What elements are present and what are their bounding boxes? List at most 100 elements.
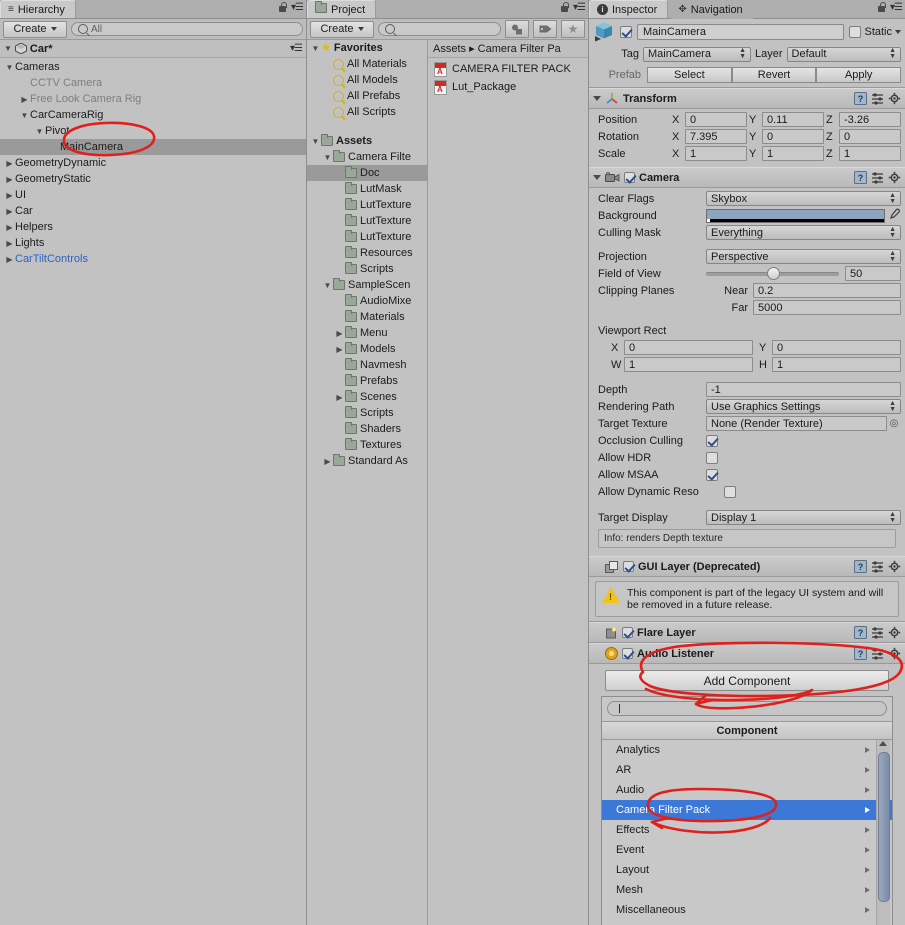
project-item-models[interactable]: ▶ Models	[307, 341, 427, 357]
component-menu-item-effects[interactable]: Effects	[602, 820, 892, 840]
tab-navigation[interactable]: ✥ Navigation	[671, 0, 753, 19]
project-item-assets[interactable]: ▼ Assets	[307, 133, 427, 149]
help-icon[interactable]: ?	[854, 647, 867, 660]
help-icon[interactable]: ?	[854, 171, 867, 184]
component-menu-item-ar[interactable]: AR	[602, 760, 892, 780]
component-header-flare-layer[interactable]: Flare Layer ?	[589, 622, 905, 643]
target-display-dropdown[interactable]: Display 1 ▲ ▼	[706, 510, 901, 525]
chevron-right-icon[interactable]: ▶	[4, 191, 15, 200]
project-item-luttexture[interactable]: LutTexture	[307, 213, 427, 229]
project-item-menu[interactable]: ▶ Menu	[307, 325, 427, 341]
chevron-right-icon[interactable]: ▶	[4, 223, 15, 232]
hierarchy-item-car[interactable]: ▶ Car	[0, 203, 306, 219]
preset-icon[interactable]	[871, 560, 884, 573]
gameobject-name-field[interactable]: MainCamera	[637, 24, 845, 40]
hierarchy-item-geometrystatic[interactable]: ▶ GeometryStatic	[0, 171, 306, 187]
eyedropper-icon[interactable]	[885, 208, 901, 224]
help-icon[interactable]: ?	[854, 92, 867, 105]
gameobject-enabled-checkbox[interactable]	[620, 26, 632, 38]
breadcrumb[interactable]: Assets ▸ Camera Filter Pa	[428, 40, 588, 58]
project-item-all-prefabs[interactable]: All Prefabs	[307, 88, 427, 104]
chevron-down-icon[interactable]: ▼	[34, 127, 45, 136]
viewport-w-input[interactable]: 1	[624, 357, 753, 372]
asset-item[interactable]: CAMERA FILTER PACK	[428, 60, 588, 78]
project-item-lutmask[interactable]: LutMask	[307, 181, 427, 197]
project-item-all-materials[interactable]: All Materials	[307, 56, 427, 72]
help-icon[interactable]: ?	[854, 560, 867, 573]
depth-input[interactable]: -1	[706, 382, 901, 397]
hierarchy-item-cctv-camera[interactable]: CCTV Camera	[0, 75, 306, 91]
component-menu-item-audio[interactable]: Audio	[602, 780, 892, 800]
project-item-prefabs[interactable]: Prefabs	[307, 373, 427, 389]
hierarchy-item-ui[interactable]: ▶ UI	[0, 187, 306, 203]
transform-scale-x-input[interactable]: 1	[685, 146, 747, 161]
preset-icon[interactable]	[871, 171, 884, 184]
component-menu-item-mesh[interactable]: Mesh	[602, 880, 892, 900]
tag-dropdown[interactable]: MainCamera ▲ ▼	[643, 46, 751, 62]
occlusion-culling-checkbox[interactable]	[706, 434, 718, 447]
chevron-right-icon[interactable]: ▶	[4, 239, 15, 248]
transform-scale-z-input[interactable]: 1	[839, 146, 901, 161]
chevron-right-icon[interactable]: ▶	[334, 393, 345, 402]
fov-slider[interactable]	[706, 266, 839, 281]
chevron-right-icon[interactable]: ▶	[4, 207, 15, 216]
projection-dropdown[interactable]: Perspective ▲ ▼	[706, 249, 901, 264]
gear-icon[interactable]	[888, 171, 901, 184]
project-item-textures[interactable]: Textures	[307, 437, 427, 453]
project-create-button[interactable]: Create	[310, 20, 374, 38]
prefab-revert-button[interactable]: Revert	[731, 66, 817, 83]
component-menu-item-camera-filter-pack[interactable]: Camera Filter Pack	[602, 800, 892, 820]
chevron-down-icon[interactable]: ▼	[4, 63, 15, 72]
gear-icon[interactable]	[888, 560, 901, 573]
component-menu-item-miscellaneous[interactable]: Miscellaneous	[602, 900, 892, 920]
lock-icon[interactable]	[560, 2, 569, 13]
chevron-down-icon[interactable]	[895, 30, 901, 34]
chevron-down-icon[interactable]: ▼	[19, 111, 30, 120]
label-filter-icon[interactable]	[533, 20, 557, 38]
hierarchy-item-geometrydynamic[interactable]: ▶ GeometryDynamic	[0, 155, 306, 171]
hierarchy-search-input[interactable]: All	[71, 22, 303, 36]
preset-icon[interactable]	[871, 626, 884, 639]
scene-row[interactable]: ▼ Car* ▾☰	[0, 40, 306, 58]
allow-msaa-checkbox[interactable]	[706, 468, 718, 481]
shape-filter-icon[interactable]	[505, 20, 529, 38]
hierarchy-item-maincamera[interactable]: MainCamera	[0, 139, 306, 155]
allow-hdr-checkbox[interactable]	[706, 451, 718, 464]
viewport-x-input[interactable]: 0	[624, 340, 753, 355]
prefab-apply-button[interactable]: Apply	[816, 66, 902, 83]
component-header-camera[interactable]: Camera ?	[589, 167, 905, 188]
scene-foldout-icon[interactable]: ▼	[4, 44, 12, 53]
chevron-right-icon[interactable]: ▶	[334, 345, 345, 354]
chevron-right-icon[interactable]: ▶	[334, 329, 345, 338]
component-search-input[interactable]	[607, 701, 887, 716]
target-texture-field[interactable]: None (Render Texture)	[706, 416, 887, 431]
viewport-h-input[interactable]: 1	[772, 357, 901, 372]
gear-icon[interactable]	[888, 626, 901, 639]
project-item-standard-as[interactable]: ▶ Standard As	[307, 453, 427, 469]
chevron-right-icon[interactable]: ▶	[4, 175, 15, 184]
project-item-all-scripts[interactable]: All Scripts	[307, 104, 427, 120]
component-popup-scrollbar[interactable]	[876, 740, 890, 925]
layer-dropdown[interactable]: Default ▲ ▼	[786, 46, 901, 62]
hierarchy-item-helpers[interactable]: ▶ Helpers	[0, 219, 306, 235]
hierarchy-item-cameras[interactable]: ▼ Cameras	[0, 59, 306, 75]
component-menu-item-event[interactable]: Event	[602, 840, 892, 860]
foldout-icon[interactable]	[593, 96, 601, 101]
camera-enabled-checkbox[interactable]	[624, 172, 635, 183]
component-header-gui-layer[interactable]: GUI Layer (Deprecated) ?	[589, 556, 905, 577]
transform-position-x-input[interactable]: 0	[685, 112, 747, 127]
far-input[interactable]: 5000	[753, 300, 901, 315]
project-item-samplescen[interactable]: ▼ SampleScen	[307, 277, 427, 293]
rendering-path-dropdown[interactable]: Use Graphics Settings ▲ ▼	[706, 399, 901, 414]
chevron-right-icon[interactable]: ▶	[4, 159, 15, 168]
project-item-doc[interactable]: Doc	[307, 165, 427, 181]
project-item-all-models[interactable]: All Models	[307, 72, 427, 88]
component-menu-item-navigation[interactable]: Navigation	[602, 920, 892, 925]
component-header-audio-listener[interactable]: Audio Listener ?	[589, 643, 905, 664]
clear-flags-dropdown[interactable]: Skybox ▲ ▼	[706, 191, 901, 206]
add-component-button[interactable]: Add Component	[605, 670, 889, 691]
project-menu-icon[interactable]: ▾☰	[573, 2, 586, 13]
near-input[interactable]: 0.2	[753, 283, 901, 298]
hierarchy-menu-icon[interactable]: ▾☰	[291, 2, 304, 13]
gear-icon[interactable]	[888, 92, 901, 105]
